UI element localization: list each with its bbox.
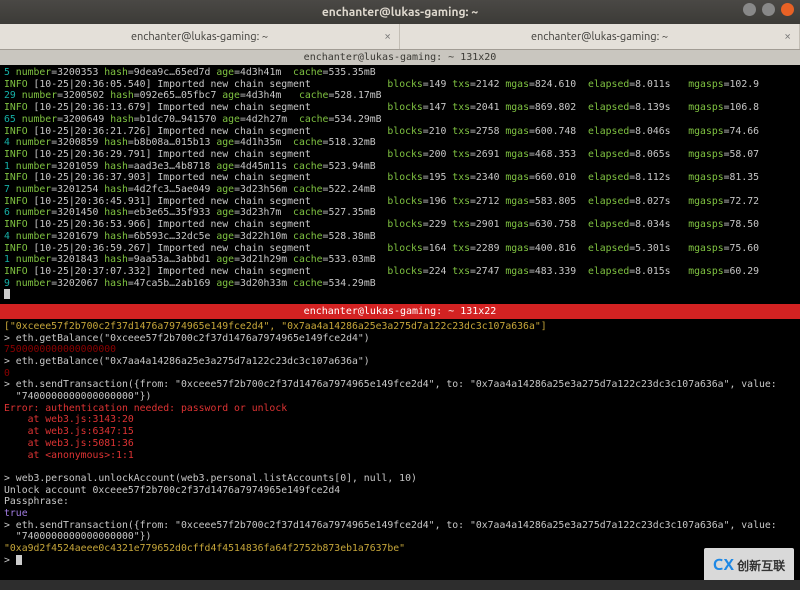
window-buttons <box>743 3 794 16</box>
terminal-pane-top[interactable]: enchanter@lukas-gaming: ~ 131x20 5 numbe… <box>0 50 800 304</box>
maximize-button[interactable] <box>762 3 775 16</box>
terminal-output-top[interactable]: 5 number=3200353 hash=9dea9c…65ed7d age=… <box>0 65 800 304</box>
watermark-text: 创新互联 <box>737 557 785 574</box>
tabstrip: enchanter@lukas-gaming: ~ × enchanter@lu… <box>0 24 800 50</box>
watermark-icon: CX <box>713 556 734 574</box>
window-title: enchanter@lukas-gaming: ~ <box>322 6 478 19</box>
terminal-panes: enchanter@lukas-gaming: ~ 131x20 5 numbe… <box>0 50 800 590</box>
minimize-button[interactable] <box>743 3 756 16</box>
close-button[interactable] <box>781 3 794 16</box>
tab-label: enchanter@lukas-gaming: ~ <box>131 31 268 43</box>
close-icon[interactable]: × <box>384 30 391 43</box>
terminal-tab-2[interactable]: enchanter@lukas-gaming: ~ × <box>400 24 800 49</box>
window-titlebar: enchanter@lukas-gaming: ~ <box>0 0 800 24</box>
cursor-icon <box>16 555 22 565</box>
pane-title: enchanter@lukas-gaming: ~ 131x20 <box>0 50 800 65</box>
terminal-tab-1[interactable]: enchanter@lukas-gaming: ~ × <box>0 24 400 49</box>
pane-title-active: enchanter@lukas-gaming: ~ 131x22 <box>0 304 800 319</box>
tab-label: enchanter@lukas-gaming: ~ <box>531 31 668 43</box>
close-icon[interactable]: × <box>784 30 791 43</box>
cursor-icon <box>4 289 10 299</box>
desktop-strip <box>0 580 800 590</box>
watermark-logo: CX 创新互联 <box>704 548 794 582</box>
terminal-pane-bottom[interactable]: enchanter@lukas-gaming: ~ 131x22 ["0xcee… <box>0 304 800 590</box>
terminal-output-bottom[interactable]: ["0xceee57f2b700c2f37d1476a7974965e149fc… <box>0 319 800 590</box>
